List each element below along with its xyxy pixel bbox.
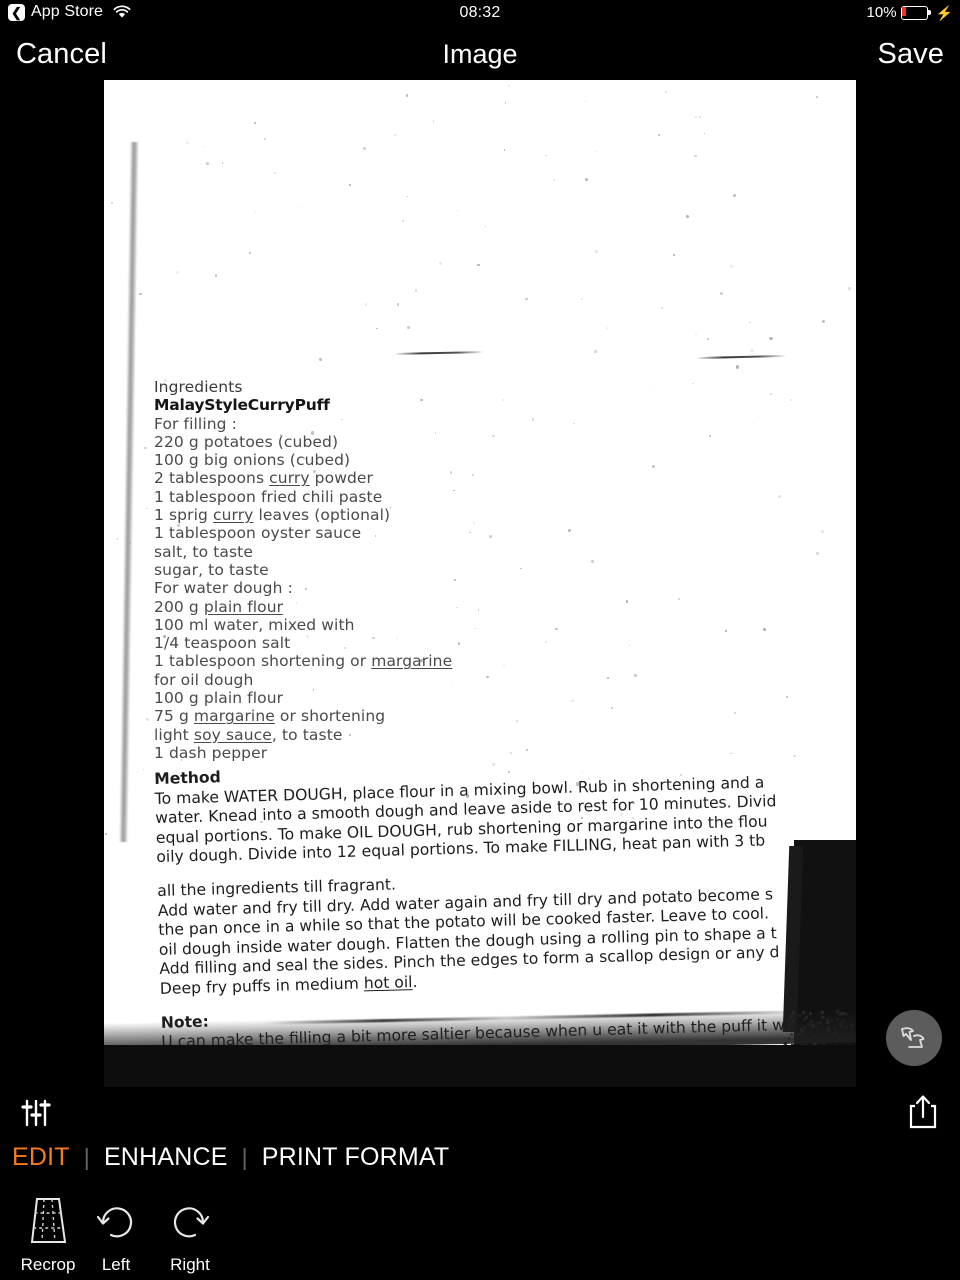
tab-separator: | (83, 1144, 90, 1170)
ingredient-line: For water dough : (154, 579, 293, 598)
share-icon (909, 1095, 937, 1129)
recrop-fab[interactable] (886, 1010, 942, 1066)
tab-print-format[interactable]: PRINT FORMAT (262, 1143, 464, 1172)
rotate-right-icon (173, 1207, 210, 1238)
share-button[interactable] (906, 1093, 940, 1134)
ingredient-line: 1 tablespoon shortening or margarine (154, 652, 453, 671)
battery-low-icon (900, 5, 931, 20)
image-preview-area[interactable]: Ingredients MalayStyleCurryPuff For fillin… (0, 80, 960, 1088)
tab-separator: | (241, 1144, 248, 1170)
tab-edit[interactable]: EDIT (12, 1143, 84, 1172)
ingredient-line: 75 g margarine or shortening (154, 707, 386, 726)
ingredient-line: 100 ml water, mixed with (154, 615, 355, 634)
rotate-right-label: Right (170, 1255, 210, 1274)
ingredient-line: light soy sauce, to taste (154, 725, 343, 744)
scan-artifact-line (695, 354, 787, 360)
ingredient-line: sugar, to taste (154, 560, 269, 579)
navigation-bar: Cancel Image Save (0, 28, 960, 80)
scanner-edit-screen: ❮ App Store 08:32 10% ⚡ Cancel Image Sav… (0, 0, 960, 1280)
save-button[interactable]: Save (878, 38, 945, 71)
mode-tabs: EDIT | ENHANCE | PRINT FORMAT (12, 1143, 463, 1172)
ingredient-line: 200 g plain flour (154, 597, 284, 616)
method-block: Method To make WATER DOUGH, place flour i… (150, 770, 856, 1050)
scanned-document-image[interactable]: Ingredients MalayStyleCurryPuff For fillin… (104, 80, 856, 1087)
ingredient-line: 1 sprig curry leaves (optional) (154, 506, 391, 525)
rotate-right-button[interactable]: Right (142, 1193, 238, 1275)
ingredient-line: 2 tablespoons curry powder (154, 469, 374, 488)
ingredient-line: For filling : (154, 414, 237, 433)
document-text: Ingredients MalayStyleCurryPuff For fillin… (154, 378, 854, 762)
scan-artifact-line (393, 351, 485, 355)
page-edge-shadow (119, 141, 139, 842)
status-bar-clock: 08:32 (459, 4, 501, 21)
ingredient-line: 1 tablespoon oyster sauce (154, 524, 362, 543)
ingredient-line: 100 g big onions (cubed) (154, 451, 351, 470)
sliders-icon (21, 1099, 51, 1127)
ingredient-line: salt, to taste (154, 542, 253, 561)
ingredients-block: Ingredients MalayStyleCurryPuff For fillin… (154, 378, 854, 762)
battery-percent-label: 10% (866, 4, 897, 21)
ingredient-line: for oil dough (154, 670, 254, 689)
ingredient-line: 1 tablespoon fried chili paste (154, 487, 383, 506)
lightning-bolt-icon: ⚡ (935, 4, 953, 21)
toolbar-top-row (0, 1088, 960, 1140)
ingredient-line: 220 g potatoes (cubed) (154, 432, 339, 451)
photo-dark-band (104, 1045, 856, 1087)
crop-perspective-icon (901, 1027, 925, 1048)
ingredient-line: 1 dash pepper (154, 743, 268, 762)
bottom-toolbar: EDIT | ENHANCE | PRINT FORMAT Recrop Lef… (0, 1088, 960, 1280)
tool-row: Recrop Left Right (0, 1193, 960, 1280)
adjust-settings-button[interactable] (20, 1096, 52, 1133)
ingredient-line: 1/4 teaspoon salt (154, 634, 291, 653)
page-title: Image (442, 39, 518, 69)
status-bar: ❮ App Store 08:32 10% ⚡ (0, 0, 960, 28)
status-bar-battery-area: 10% ⚡ (867, 4, 953, 21)
ingredient-line: Ingredients (154, 378, 243, 396)
ingredient-line: MalayStyleCurryPuff (154, 396, 330, 415)
ingredient-line: 100 g plain flour (154, 689, 284, 708)
tab-enhance[interactable]: ENHANCE (104, 1143, 242, 1172)
